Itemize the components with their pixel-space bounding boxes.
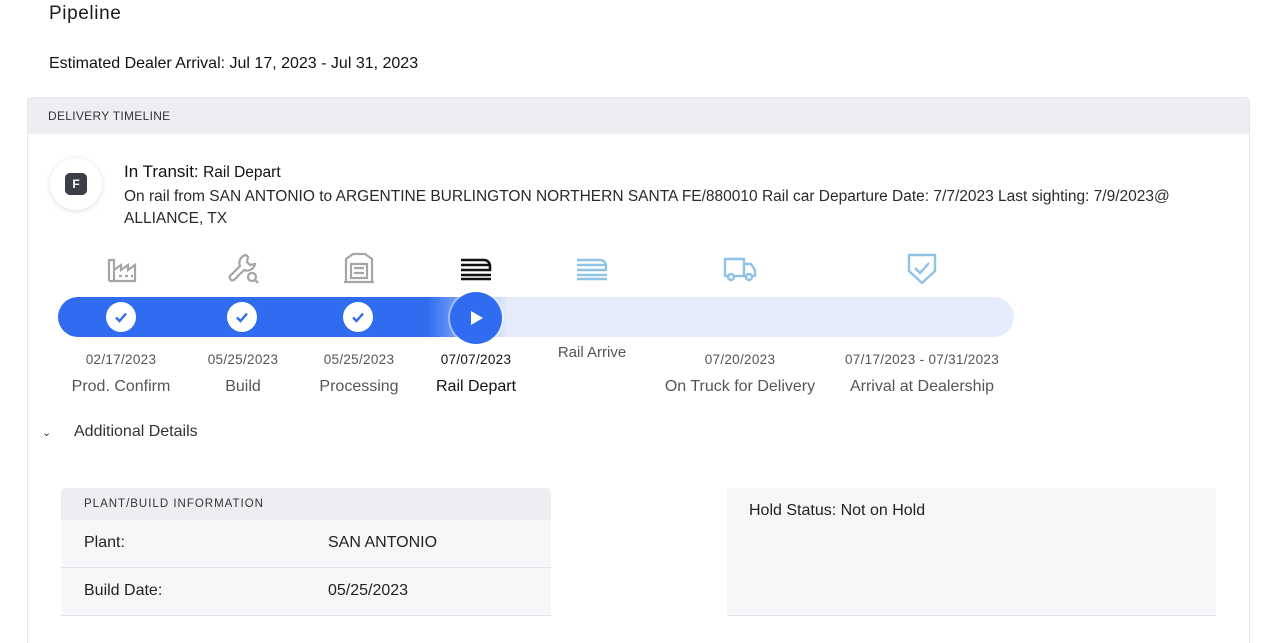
rail-arrive-icon: [574, 250, 610, 286]
truck-icon: [722, 250, 758, 286]
step-complete-icon: [106, 302, 136, 332]
delivery-timeline-card: DELIVERY TIMELINE F In Transit: Rail Dep…: [27, 97, 1250, 643]
step-name: On Truck for Delivery: [664, 378, 816, 395]
info-row: Build Date: 05/25/2023: [61, 568, 551, 616]
hold-status-panel: Hold Status: Not on Hold: [727, 488, 1216, 616]
estimated-arrival: Estimated Dealer Arrival: Jul 17, 2023 -…: [49, 55, 418, 73]
page-title: Pipeline: [49, 3, 122, 24]
step-complete-icon: [343, 302, 373, 332]
info-label: Plant:: [84, 534, 125, 551]
info-label: Build Date:: [84, 582, 163, 599]
transit-status: In Transit: Rail Depart: [124, 162, 281, 182]
info-row: Plant: SAN ANTONIO: [61, 520, 551, 568]
transit-status-label: In Transit:: [124, 162, 199, 181]
step-complete-icon: [227, 302, 257, 332]
shield-check-icon: [904, 250, 940, 286]
plant-build-header: PLANT/BUILD INFORMATION: [61, 488, 551, 520]
arrival-label: Estimated Dealer Arrival:: [49, 55, 226, 72]
current-step-play-icon: [450, 292, 502, 344]
info-value: 05/25/2023: [328, 582, 409, 599]
wrench-icon: [225, 250, 261, 286]
rail-depart-icon: [458, 250, 494, 286]
arrival-range: Jul 17, 2023 - Jul 31, 2023: [229, 55, 419, 72]
brand-badge: F: [50, 158, 102, 210]
additional-details-toggle[interactable]: ⌄ Additional Details: [42, 423, 198, 441]
step-date: 07/17/2023 - 07/31/2023: [844, 352, 1000, 367]
transit-description: On rail from SAN ANTONIO to ARGENTINE BU…: [124, 188, 1170, 227]
additional-details-label: Additional Details: [74, 423, 198, 440]
brand-letter: F: [65, 173, 87, 195]
chevron-down-icon: ⌄: [42, 426, 52, 439]
step-name: Arrival at Dealership: [849, 378, 995, 395]
hold-status-text: Hold Status: Not on Hold: [749, 502, 926, 519]
step-date: 07/20/2023: [704, 352, 776, 367]
factory-icon: [104, 250, 140, 286]
info-value: SAN ANTONIO: [328, 534, 438, 551]
step-name: Rail Depart: [435, 378, 517, 395]
processing-icon: [341, 250, 377, 286]
transit-status-value: Rail Depart: [203, 164, 281, 181]
plant-build-info: PLANT/BUILD INFORMATION Plant: SAN ANTON…: [61, 488, 551, 618]
delivery-timeline-header: DELIVERY TIMELINE: [28, 98, 1249, 134]
